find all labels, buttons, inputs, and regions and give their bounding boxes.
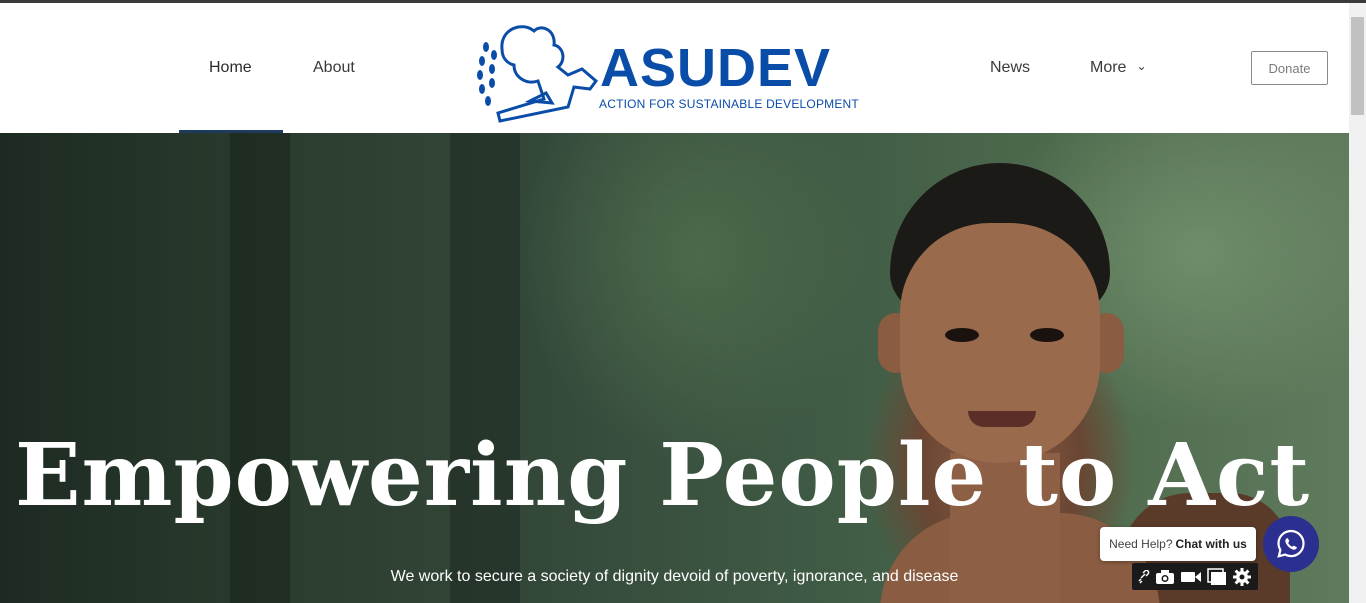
nav-more[interactable]: More ⌄ — [1090, 59, 1147, 77]
donate-button[interactable]: Donate — [1251, 51, 1328, 85]
hero-background-tree — [450, 133, 520, 603]
camera-icon[interactable] — [1155, 569, 1175, 585]
scrollbar-thumb[interactable] — [1351, 17, 1364, 115]
site-header: Home About ASUDEV ACTION FOR SUSTAINABLE… — [0, 3, 1349, 133]
gear-icon[interactable] — [1232, 567, 1252, 587]
logo-wordmark: ASUDEV — [600, 38, 832, 98]
logo-emblem-icon — [477, 25, 599, 123]
hero-image-eye — [1030, 328, 1064, 342]
hero-background-tree — [230, 133, 290, 603]
site-logo[interactable]: ASUDEV ACTION FOR SUSTAINABLE DEVELOPMEN… — [472, 19, 867, 127]
capture-toolbar — [1132, 563, 1258, 590]
whatsapp-icon — [1277, 529, 1305, 558]
chat-prompt-action: Chat with us — [1175, 537, 1247, 551]
window-icon[interactable] — [1207, 567, 1227, 586]
video-icon[interactable] — [1180, 570, 1202, 584]
whatsapp-chat-button[interactable] — [1263, 516, 1319, 572]
chat-prompt-bubble[interactable]: Need Help? Chat with us — [1100, 527, 1256, 561]
nav-home[interactable]: Home — [209, 59, 252, 77]
hero-title: Empowering People to Act — [14, 425, 1311, 526]
nav-about[interactable]: About — [313, 59, 355, 77]
logo-tagline: ACTION FOR SUSTAINABLE DEVELOPMENT — [599, 97, 859, 111]
hero-image-eye — [945, 328, 979, 342]
link-icon[interactable] — [1138, 569, 1150, 584]
chevron-down-icon: ⌄ — [1136, 59, 1147, 73]
chat-prompt-text: Need Help? — [1109, 537, 1173, 551]
vertical-scrollbar[interactable] — [1349, 3, 1366, 603]
nav-more-label: More — [1090, 59, 1127, 76]
nav-news[interactable]: News — [990, 59, 1030, 77]
